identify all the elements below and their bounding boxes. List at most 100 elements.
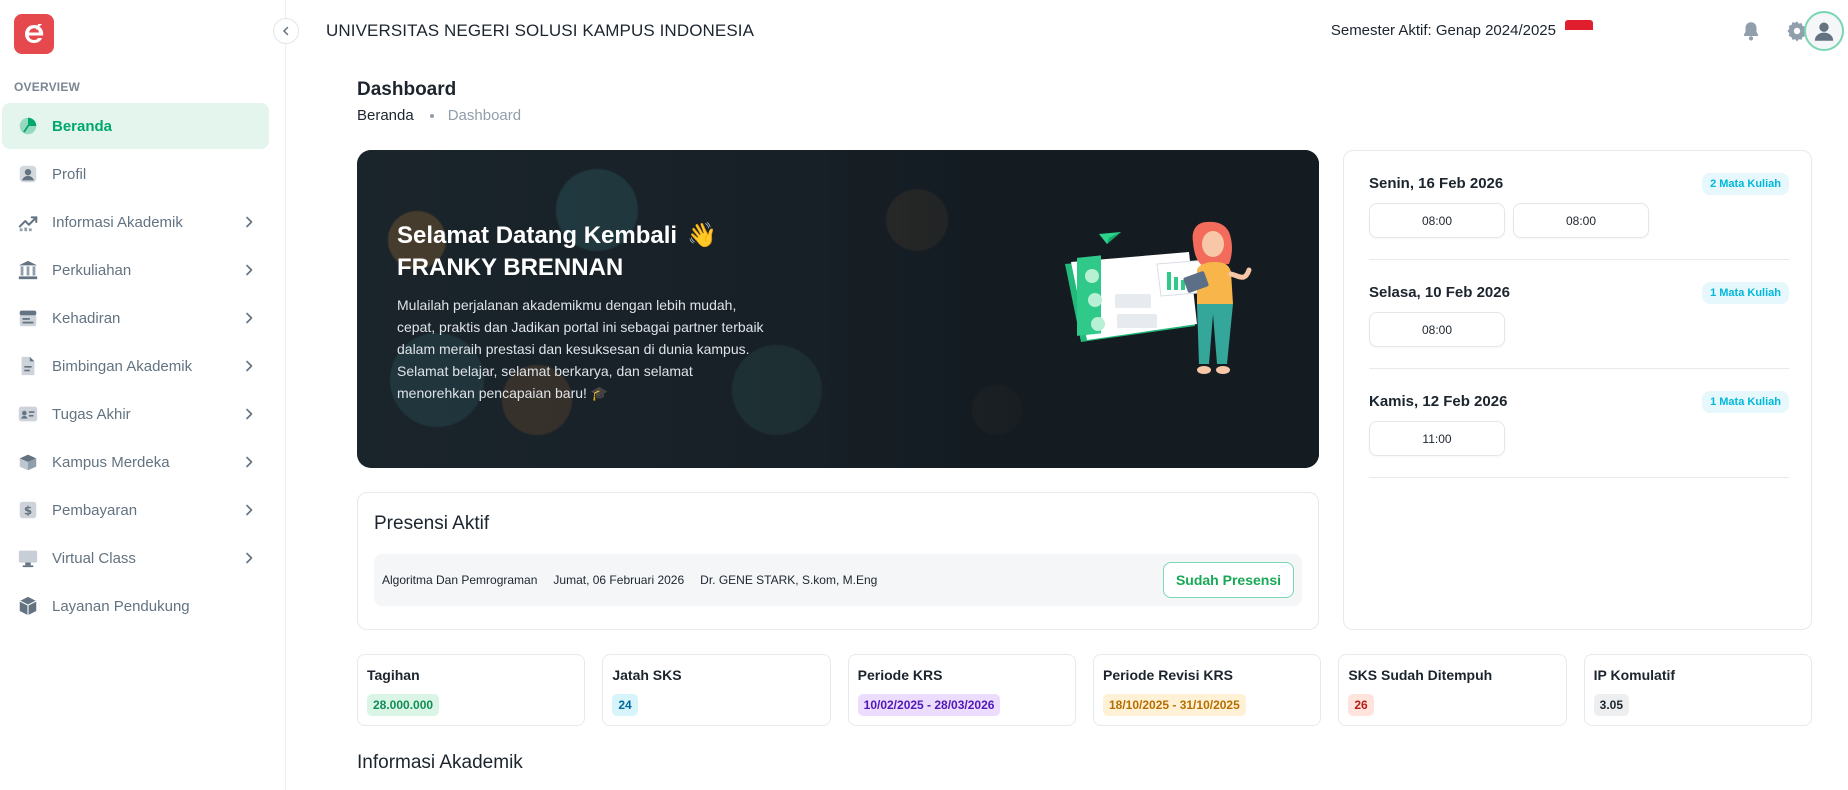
stat-value-badge: 10/02/2025 - 28/03/2026 xyxy=(857,694,1001,716)
sidebar-item-label: Layanan Pendukung xyxy=(52,597,190,615)
user-icon xyxy=(16,162,40,186)
attendance-course: Algoritma Dan Pemrograman xyxy=(382,573,538,587)
sidebar-item-beranda[interactable]: Beranda xyxy=(2,103,269,149)
sidebar-item-tugas-akhir[interactable]: Tugas Akhir xyxy=(2,391,269,437)
package-icon xyxy=(16,594,40,618)
stat-label: SKS Sudah Ditempuh xyxy=(1348,667,1493,683)
id-card-icon xyxy=(16,402,40,426)
attendance-title: Presensi Aktif xyxy=(374,513,490,534)
course-count-badge: 1 Mata Kuliah xyxy=(1702,282,1789,304)
sidebar-item-perkuliahan[interactable]: Perkuliahan xyxy=(2,247,269,293)
chart-icon xyxy=(16,210,40,234)
chevron-right-icon xyxy=(241,454,257,470)
sidebar-collapse-button[interactable] xyxy=(273,18,299,44)
breadcrumb-home-link[interactable]: Beranda xyxy=(357,107,414,124)
logo-e-icon xyxy=(25,24,44,43)
stat-card-sks-sudah-ditempuh: SKS Sudah Ditempuh 26 xyxy=(1338,654,1567,726)
welcome-heading: Selamat Datang Kembali 👋 xyxy=(397,218,717,254)
stat-value-badge: 24 xyxy=(612,694,638,716)
sidebar-item-label: Tugas Akhir xyxy=(52,405,131,423)
stat-card-periode-revisi-krs: Periode Revisi KRS 18/10/2025 - 31/10/202… xyxy=(1092,654,1322,726)
chevron-right-icon xyxy=(241,406,257,422)
chevron-right-icon xyxy=(241,502,257,518)
chevron-right-icon xyxy=(241,550,257,566)
stat-value-badge: 26 xyxy=(1348,694,1374,716)
chevron-right-icon xyxy=(241,358,257,374)
welcome-banner: Selamat Datang Kembali 👋 FRANKY BRENNAN M… xyxy=(357,150,1319,468)
sidebar-item-label: Beranda xyxy=(52,117,113,135)
attendance-date: Jumat, 06 Februari 2026 xyxy=(553,573,685,587)
chevron-left-icon xyxy=(282,26,289,36)
stat-card-periode-krs: Periode KRS 10/02/2025 - 28/03/2026 xyxy=(847,654,1076,726)
course-count-badge: 2 Mata Kuliah xyxy=(1702,173,1789,195)
stat-value-badge: 28.000.000 xyxy=(367,694,440,716)
sidebar-item-kampus-merdeka[interactable]: Kampus Merdeka xyxy=(2,439,269,485)
stat-value-badge: 3.05 xyxy=(1593,694,1629,716)
stat-label: Periode KRS xyxy=(857,667,943,683)
chevron-right-icon xyxy=(241,262,257,278)
stat-label: Periode Revisi KRS xyxy=(1102,667,1233,683)
dollar-icon: $ xyxy=(16,498,40,522)
sidebar-item-informasi-akademik[interactable]: Informasi Akademik xyxy=(2,199,269,245)
stats-row: Tagihan 28.000.000 Jatah SKS 24 Periode KRS 1… xyxy=(357,654,1812,726)
language-flag-button[interactable] xyxy=(1565,20,1593,40)
schedule-time-slot[interactable]: 08:00 xyxy=(1369,203,1505,238)
sidebar-item-profil[interactable]: Profil xyxy=(2,151,269,197)
schedule-card: Senin, 16 Feb 2026 2 Mata Kuliah 08:00 08:0… xyxy=(1343,150,1812,630)
welcome-text: Mulailah perjalanan akademikmu dengan le… xyxy=(397,297,764,401)
schedule-day: Selasa, 10 Feb 2026 1 Mata Kuliah 08:00 xyxy=(1369,282,1789,369)
student-name: FRANKY BRENNAN xyxy=(397,254,624,281)
active-semester: Semester Aktif: Genap 2024/2025 xyxy=(1330,22,1556,39)
stat-label: Jatah SKS xyxy=(612,667,682,683)
sidebar-item-bimbingan-akademik[interactable]: Bimbingan Akademik xyxy=(2,343,269,389)
sidebar-item-pembayaran[interactable]: $ Pembayaran xyxy=(2,487,269,533)
user-avatar-icon xyxy=(1814,22,1834,41)
app-logo[interactable] xyxy=(14,14,54,54)
sidebar-item-label: Kampus Merdeka xyxy=(52,453,170,471)
schedule-day-title: Senin, 16 Feb 2026 xyxy=(1369,175,1504,192)
sidebar-item-kehadiran[interactable]: Kehadiran xyxy=(2,295,269,341)
attendance-row: Algoritma Dan Pemrograman Jumat, 06 Febr… xyxy=(374,554,1302,606)
sidebar-item-label: Bimbingan Akademik xyxy=(52,357,193,375)
stat-card-tagihan: Tagihan 28.000.000 xyxy=(357,654,586,726)
breadcrumb: Beranda Dashboard xyxy=(357,107,521,124)
sidebar-item-label: Kehadiran xyxy=(52,309,121,327)
sidebar-item-label: Informasi Akademik xyxy=(52,213,183,231)
notification-button[interactable] xyxy=(1738,18,1764,44)
chevron-right-icon xyxy=(241,214,257,230)
box-icon xyxy=(16,450,40,474)
sidebar-item-layanan-pendukung[interactable]: Layanan Pendukung xyxy=(2,583,269,629)
sidebar: OVERVIEW Beranda Profil Informasi Akademik… xyxy=(0,0,286,790)
sidebar-item-virtual-class[interactable]: Virtual Class xyxy=(2,535,269,581)
chevron-right-icon xyxy=(241,310,257,326)
bell-icon xyxy=(1743,22,1759,41)
stat-card-jatah-sks: Jatah SKS 24 xyxy=(602,654,831,726)
user-avatar[interactable] xyxy=(1804,11,1844,51)
stat-label: IP Komulatif xyxy=(1593,667,1676,683)
welcome-greeting: Selamat Datang Kembali xyxy=(397,222,678,249)
calendar-icon xyxy=(16,306,40,330)
schedule-time-slot[interactable]: 08:00 xyxy=(1369,312,1505,347)
sidebar-item-label: Perkuliahan xyxy=(52,261,132,279)
sidebar-item-label: Profil xyxy=(52,165,87,183)
stat-label: Tagihan xyxy=(367,667,420,683)
stat-card-ip-komulatif: IP Komulatif 3.05 xyxy=(1583,654,1812,726)
breadcrumb-current: Dashboard xyxy=(447,107,522,124)
schedule-time-slot[interactable]: 08:00 xyxy=(1513,203,1649,238)
schedule-day: Senin, 16 Feb 2026 2 Mata Kuliah 08:00 08:0… xyxy=(1369,173,1789,260)
course-count-badge: 1 Mata Kuliah xyxy=(1702,391,1789,413)
sidebar-item-label: Virtual Class xyxy=(52,549,136,567)
active-attendance-card: Presensi Aktif Algoritma Dan Pemrograman… xyxy=(357,492,1319,630)
university-name: UNIVERSITAS NEGERI SOLUSI KAMPUS INDONES… xyxy=(326,21,755,40)
student-illustration xyxy=(1065,221,1252,374)
schedule-day-title: Selasa, 10 Feb 2026 xyxy=(1369,284,1510,301)
building-icon xyxy=(16,258,40,282)
monitor-icon xyxy=(16,546,40,570)
top-header: UNIVERSITAS NEGERI SOLUSI KAMPUS INDONES… xyxy=(286,0,1848,62)
dashboard-icon xyxy=(16,114,40,138)
already-present-button[interactable]: Sudah Presensi xyxy=(1162,562,1294,598)
breadcrumb-separator xyxy=(429,113,434,118)
schedule-time-slot[interactable]: 11:00 xyxy=(1369,421,1505,456)
sidebar-section-label: OVERVIEW xyxy=(14,80,81,94)
sidebar-item-label: Pembayaran xyxy=(52,501,138,519)
